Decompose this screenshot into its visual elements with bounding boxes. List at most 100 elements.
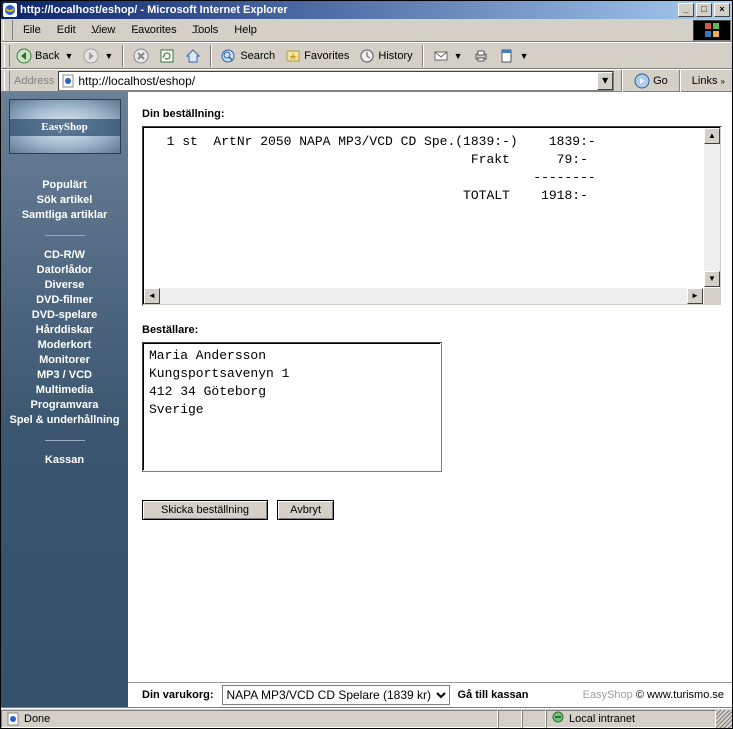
scroll-right-icon[interactable]: ► bbox=[687, 288, 703, 304]
links-button[interactable]: Links » bbox=[688, 75, 729, 87]
nav-group-checkout: Kassan bbox=[45, 453, 84, 468]
intranet-icon bbox=[551, 710, 565, 727]
nav-search[interactable]: Sök artikel bbox=[22, 193, 108, 208]
throbber-icon bbox=[693, 20, 731, 41]
nav-all[interactable]: Samtliga artiklar bbox=[22, 208, 108, 223]
nav-dvdplayers[interactable]: DVD-spelare bbox=[9, 308, 119, 323]
separator bbox=[422, 45, 424, 67]
page-icon bbox=[61, 74, 75, 88]
stop-icon bbox=[133, 48, 149, 64]
scroll-up-icon[interactable]: ▲ bbox=[704, 128, 720, 144]
chevron-down-icon: ▼ bbox=[62, 51, 73, 61]
minimize-button[interactable]: _ bbox=[678, 3, 694, 17]
menubar-grip bbox=[3, 20, 13, 40]
titlebar: http://localhost/eshop/ - Microsoft Inte… bbox=[1, 1, 732, 19]
edit-icon bbox=[499, 48, 515, 64]
footer-copyright: EasyShop © www.turismo.se bbox=[583, 689, 724, 701]
order-summary-text[interactable]: 1 st ArtNr 2050 NAPA MP3/VCD CD Spe.(183… bbox=[143, 127, 721, 287]
order-summary-box: 1 st ArtNr 2050 NAPA MP3/VCD CD Spe.(183… bbox=[142, 126, 722, 306]
history-icon bbox=[359, 48, 375, 64]
customer-label: Beställare: bbox=[142, 324, 722, 336]
nav-games[interactable]: Spel & underhållning bbox=[9, 413, 119, 428]
menu-view[interactable]: View bbox=[84, 22, 124, 38]
nav-cdrw[interactable]: CD-R/W bbox=[9, 248, 119, 263]
nav-dvdmovies[interactable]: DVD-filmer bbox=[9, 293, 119, 308]
go-button[interactable]: Go bbox=[630, 73, 672, 89]
chevron-down-icon: ▼ bbox=[452, 51, 463, 61]
horizontal-scrollbar[interactable]: ◄ ► bbox=[144, 288, 703, 304]
main-panel: Din beställning: 1 st ArtNr 2050 NAPA MP… bbox=[128, 92, 732, 707]
chevron-down-icon: ▼ bbox=[518, 51, 529, 61]
favorites-icon bbox=[285, 48, 301, 64]
print-button[interactable] bbox=[469, 45, 493, 66]
cart-select[interactable]: NAPA MP3/VCD CD Spelare (1839 kr) bbox=[222, 685, 450, 705]
nav-popular[interactable]: Populärt bbox=[22, 178, 108, 193]
nav-multimedia[interactable]: Multimedia bbox=[9, 383, 119, 398]
browser-window: http://localhost/eshop/ - Microsoft Inte… bbox=[0, 0, 733, 729]
separator bbox=[122, 45, 124, 67]
nav-checkout[interactable]: Kassan bbox=[45, 453, 84, 468]
back-button[interactable]: Back ▼ bbox=[12, 45, 77, 66]
nav-mp3vcd[interactable]: MP3 / VCD bbox=[9, 368, 119, 383]
menu-file[interactable]: File bbox=[15, 22, 49, 38]
nav-group-top: Populärt Sök artikel Samtliga artiklar bbox=[22, 178, 108, 223]
maximize-button[interactable]: □ bbox=[696, 3, 712, 17]
history-button[interactable]: History bbox=[355, 45, 416, 66]
close-button[interactable]: × bbox=[714, 3, 730, 17]
home-icon bbox=[185, 48, 201, 64]
nav-mobo[interactable]: Moderkort bbox=[9, 338, 119, 353]
status-text-pane: Done bbox=[1, 710, 498, 728]
forward-button[interactable]: ▼ bbox=[79, 45, 117, 66]
nav-monitors[interactable]: Monitorer bbox=[9, 353, 119, 368]
cancel-button[interactable]: Avbryt bbox=[277, 500, 334, 520]
go-to-checkout-link[interactable]: Gå till kassan bbox=[458, 689, 529, 701]
url-input[interactable]: http://localhost/eshop/ ▾ bbox=[58, 71, 614, 91]
nav-software[interactable]: Programvara bbox=[9, 398, 119, 413]
address-label: Address bbox=[14, 75, 54, 87]
home-button[interactable] bbox=[181, 45, 205, 66]
back-icon bbox=[16, 48, 32, 64]
refresh-icon bbox=[159, 48, 175, 64]
customer-textarea[interactable]: Maria Andersson Kungsportsavenyn 1 412 3… bbox=[142, 342, 442, 472]
cart-label: Din varukorg: bbox=[142, 689, 214, 701]
edit-button[interactable]: ▼ bbox=[495, 45, 533, 66]
menu-tools[interactable]: Tools bbox=[185, 22, 227, 38]
mail-icon bbox=[433, 48, 449, 64]
stop-button[interactable] bbox=[129, 45, 153, 66]
menu-favorites[interactable]: Favorites bbox=[123, 22, 184, 38]
logo-text: EasyShop bbox=[41, 121, 87, 133]
cart-footer: Din varukorg: NAPA MP3/VCD CD Spelare (1… bbox=[128, 682, 732, 707]
button-row: Skicka beställning Avbryt bbox=[142, 500, 722, 520]
nav-hdd[interactable]: Hårddiskar bbox=[9, 323, 119, 338]
toolbar-grip bbox=[4, 45, 10, 67]
status-text: Done bbox=[24, 713, 50, 725]
resize-gripper[interactable] bbox=[716, 710, 732, 728]
scroll-down-icon[interactable]: ▼ bbox=[704, 271, 720, 287]
favorites-button[interactable]: Favorites bbox=[281, 45, 353, 66]
addrbar-grip bbox=[4, 71, 10, 91]
separator bbox=[210, 45, 212, 67]
go-icon bbox=[634, 73, 650, 89]
divider bbox=[45, 235, 85, 236]
forward-icon bbox=[83, 48, 99, 64]
shop-logo[interactable]: EasyShop bbox=[9, 99, 121, 154]
search-button[interactable]: Search bbox=[217, 45, 279, 66]
menubar: File Edit View Favorites Tools Help bbox=[1, 19, 732, 42]
mail-button[interactable]: ▼ bbox=[429, 45, 467, 66]
send-order-button[interactable]: Skicka beställning bbox=[142, 500, 268, 520]
refresh-button[interactable] bbox=[155, 45, 179, 66]
url-dropdown-button[interactable]: ▾ bbox=[597, 72, 613, 90]
url-text: http://localhost/eshop/ bbox=[78, 74, 195, 88]
search-icon bbox=[221, 48, 237, 64]
menu-edit[interactable]: Edit bbox=[49, 22, 84, 38]
nav-cases[interactable]: Datorlådor bbox=[9, 263, 119, 278]
nav-misc[interactable]: Diverse bbox=[9, 278, 119, 293]
print-icon bbox=[473, 48, 489, 64]
ie-icon bbox=[3, 3, 17, 17]
order-label: Din beställning: bbox=[142, 108, 722, 120]
page-icon bbox=[6, 712, 20, 726]
vertical-scrollbar[interactable]: ▲ ▼ bbox=[704, 128, 720, 287]
menu-help[interactable]: Help bbox=[226, 22, 265, 38]
scroll-left-icon[interactable]: ◄ bbox=[144, 288, 160, 304]
separator bbox=[679, 70, 681, 92]
